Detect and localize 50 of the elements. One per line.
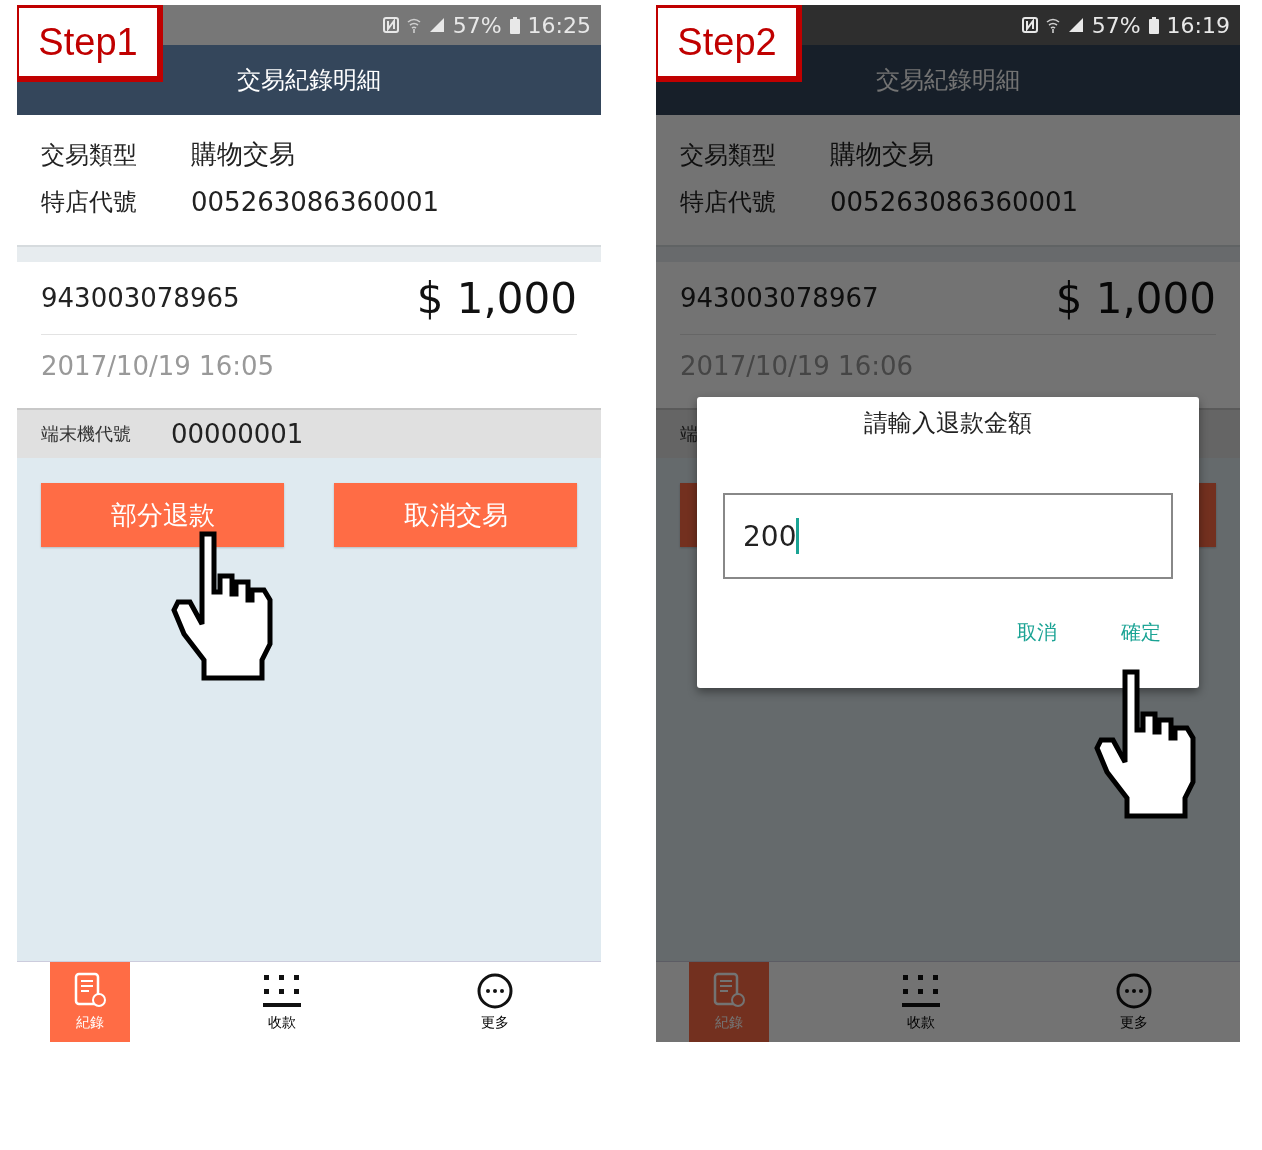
nfc-icon — [1021, 17, 1038, 33]
terminal-label: 端 — [680, 422, 698, 446]
step-label: Step2 — [656, 5, 802, 82]
nfc-icon — [382, 17, 399, 33]
signal-icon — [1067, 17, 1084, 33]
battery-percent: 57% — [452, 12, 502, 38]
keypad-icon — [261, 972, 302, 1010]
more-icon — [1114, 972, 1153, 1010]
amount: $ 1,000 — [1055, 273, 1216, 323]
amount-input-field[interactable]: 200 — [723, 493, 1173, 579]
receipt-icon — [73, 972, 107, 1010]
nav-tab[interactable]: 收款 — [175, 962, 388, 1042]
nav-tab[interactable]: 收款 — [814, 962, 1027, 1042]
field-value: 購物交易 — [830, 138, 934, 171]
card-number: 943003078967 — [680, 283, 879, 313]
field-label: 交易類型 — [680, 139, 777, 171]
nav-tab[interactable]: 更多 — [388, 962, 601, 1042]
field-label: 特店代號 — [41, 187, 138, 218]
nav-tab[interactable]: 紀錄 — [689, 962, 769, 1042]
battery-icon — [509, 16, 520, 34]
battery-percent: 57% — [1091, 12, 1141, 38]
more-icon — [475, 972, 514, 1010]
terminal-label: 端末機代號 — [41, 422, 131, 446]
action-button[interactable]: 部分退款 — [41, 483, 284, 547]
receipt-icon — [712, 972, 746, 1010]
screen-title: 交易紀錄明細 — [876, 65, 1020, 96]
amount: $ 1,000 — [416, 273, 577, 323]
battery-icon — [1148, 16, 1159, 34]
field-label: 特店代號 — [680, 187, 777, 218]
dialog-button[interactable]: 取消 — [1005, 615, 1069, 650]
status-time: 16:25 — [527, 12, 591, 38]
transaction-datetime: 2017/10/19 16:05 — [41, 351, 276, 381]
dialog-title: 請輸入退款金額 — [864, 408, 1032, 439]
field-value: 005263086360001 — [191, 187, 440, 217]
card-number: 943003078965 — [41, 283, 240, 313]
field-label: 交易類型 — [41, 139, 138, 171]
nav-tab[interactable]: 更多 — [1027, 962, 1240, 1042]
step-label: Step1 — [17, 5, 163, 82]
action-button[interactable]: 取消交易 — [334, 483, 577, 547]
field-value: 005263086360001 — [830, 187, 1079, 217]
wifi-icon — [406, 17, 421, 33]
field-value: 購物交易 — [191, 138, 295, 171]
wifi-icon — [1045, 17, 1060, 33]
screen-title: 交易紀錄明細 — [237, 65, 381, 96]
nav-tab[interactable]: 紀錄 — [50, 962, 130, 1042]
keypad-icon — [900, 972, 941, 1010]
signal-icon — [428, 17, 445, 33]
terminal-value: 00000001 — [171, 419, 304, 449]
status-time: 16:19 — [1166, 12, 1230, 38]
dialog-button[interactable]: 確定 — [1109, 615, 1173, 650]
